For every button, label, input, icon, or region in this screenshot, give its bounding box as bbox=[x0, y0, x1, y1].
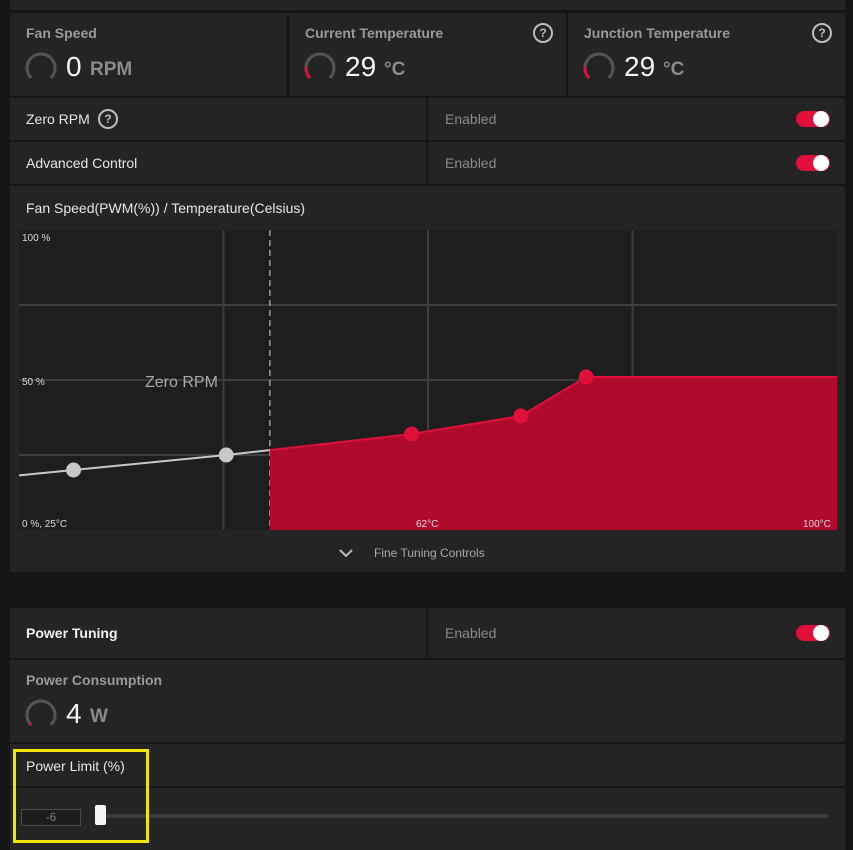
zero-rpm-label: Zero RPM bbox=[26, 111, 90, 127]
zero-rpm-help-icon[interactable]: ? bbox=[98, 109, 118, 129]
power-consumption-value: 4 bbox=[66, 698, 82, 729]
junction-temperature-card: Junction Temperature 29 °C ? bbox=[568, 13, 845, 96]
toggle-knob bbox=[813, 111, 829, 127]
x-tick-62: 62°C bbox=[416, 519, 438, 530]
power-tuning-row: Power Tuning Enabled bbox=[10, 608, 845, 658]
fan-curve-point[interactable] bbox=[218, 447, 234, 463]
highlight-box bbox=[13, 749, 149, 843]
zero-rpm-divider bbox=[426, 98, 428, 140]
fine-tuning-toggle[interactable]: Fine Tuning Controls bbox=[10, 538, 845, 568]
zero-rpm-chart-label: Zero RPM bbox=[145, 374, 218, 391]
fine-tuning-label: Fine Tuning Controls bbox=[374, 546, 485, 560]
fan-speed-card: Fan Speed 0 RPM bbox=[10, 13, 287, 96]
power-tuning-value: Enabled bbox=[445, 625, 497, 641]
fan-curve-panel: Fan Speed(PWM(%)) / Temperature(Celsius)… bbox=[10, 186, 845, 572]
toggle-knob bbox=[813, 155, 829, 171]
current-temperature-title: Current Temperature bbox=[305, 25, 444, 41]
power-tuning-toggle[interactable] bbox=[796, 625, 830, 641]
power-consumption-unit: W bbox=[90, 706, 108, 727]
current-temperature-help-icon[interactable]: ? bbox=[533, 23, 553, 43]
junction-temperature-gauge-icon bbox=[583, 52, 615, 84]
zero-rpm-value: Enabled bbox=[445, 111, 497, 127]
zero-rpm-row: Zero RPM ? Enabled bbox=[10, 98, 845, 140]
fan-curve-chart[interactable]: Zero RPM 100 % 50 % 0 %, 25°C 62°C 100°C bbox=[19, 230, 837, 530]
fan-speed-title: Fan Speed bbox=[26, 25, 97, 41]
power-tuning-divider bbox=[426, 608, 428, 658]
origin-tick: 0 %, 25°C bbox=[22, 519, 67, 530]
advanced-control-divider bbox=[426, 142, 428, 184]
x-tick-100: 100°C bbox=[803, 519, 831, 530]
power-consumption-gauge-icon bbox=[25, 699, 57, 731]
junction-temperature-title: Junction Temperature bbox=[584, 25, 730, 41]
fan-curve-point[interactable] bbox=[404, 426, 420, 442]
fan-curve-point[interactable] bbox=[66, 462, 82, 478]
advanced-control-label: Advanced Control bbox=[26, 155, 138, 171]
fan-speed-gauge-icon bbox=[25, 52, 57, 84]
junction-temperature-value: 29 bbox=[624, 51, 656, 82]
current-temperature-gauge-icon bbox=[304, 52, 336, 84]
top-strip bbox=[10, 0, 845, 10]
advanced-control-row: Advanced Control Enabled bbox=[10, 142, 845, 184]
toggle-knob bbox=[813, 625, 829, 641]
fan-speed-unit: RPM bbox=[90, 59, 133, 80]
fan-curve-point[interactable] bbox=[513, 408, 529, 424]
power-tuning-label: Power Tuning bbox=[26, 625, 118, 641]
power-consumption-title: Power Consumption bbox=[26, 672, 163, 688]
fan-speed-value: 0 bbox=[66, 51, 82, 82]
junction-temperature-unit: °C bbox=[663, 59, 685, 80]
power-limit-slider-track[interactable] bbox=[98, 814, 829, 818]
zero-rpm-toggle[interactable] bbox=[796, 111, 830, 127]
advanced-control-value: Enabled bbox=[445, 155, 497, 171]
y-tick-50: 50 % bbox=[22, 377, 45, 388]
advanced-control-toggle[interactable] bbox=[796, 155, 830, 171]
y-tick-100: 100 % bbox=[22, 233, 50, 244]
current-temperature-card: Current Temperature 29 °C ? bbox=[289, 13, 566, 96]
fan-curve-heading: Fan Speed(PWM(%)) / Temperature(Celsius) bbox=[26, 200, 306, 216]
current-temperature-unit: °C bbox=[384, 59, 406, 80]
fan-curve-point[interactable] bbox=[578, 369, 594, 385]
current-temperature-value: 29 bbox=[345, 51, 377, 82]
chevron-down-icon bbox=[339, 549, 353, 558]
junction-temperature-help-icon[interactable]: ? bbox=[812, 23, 832, 43]
power-consumption-card: Power Consumption 4 W bbox=[10, 660, 845, 742]
